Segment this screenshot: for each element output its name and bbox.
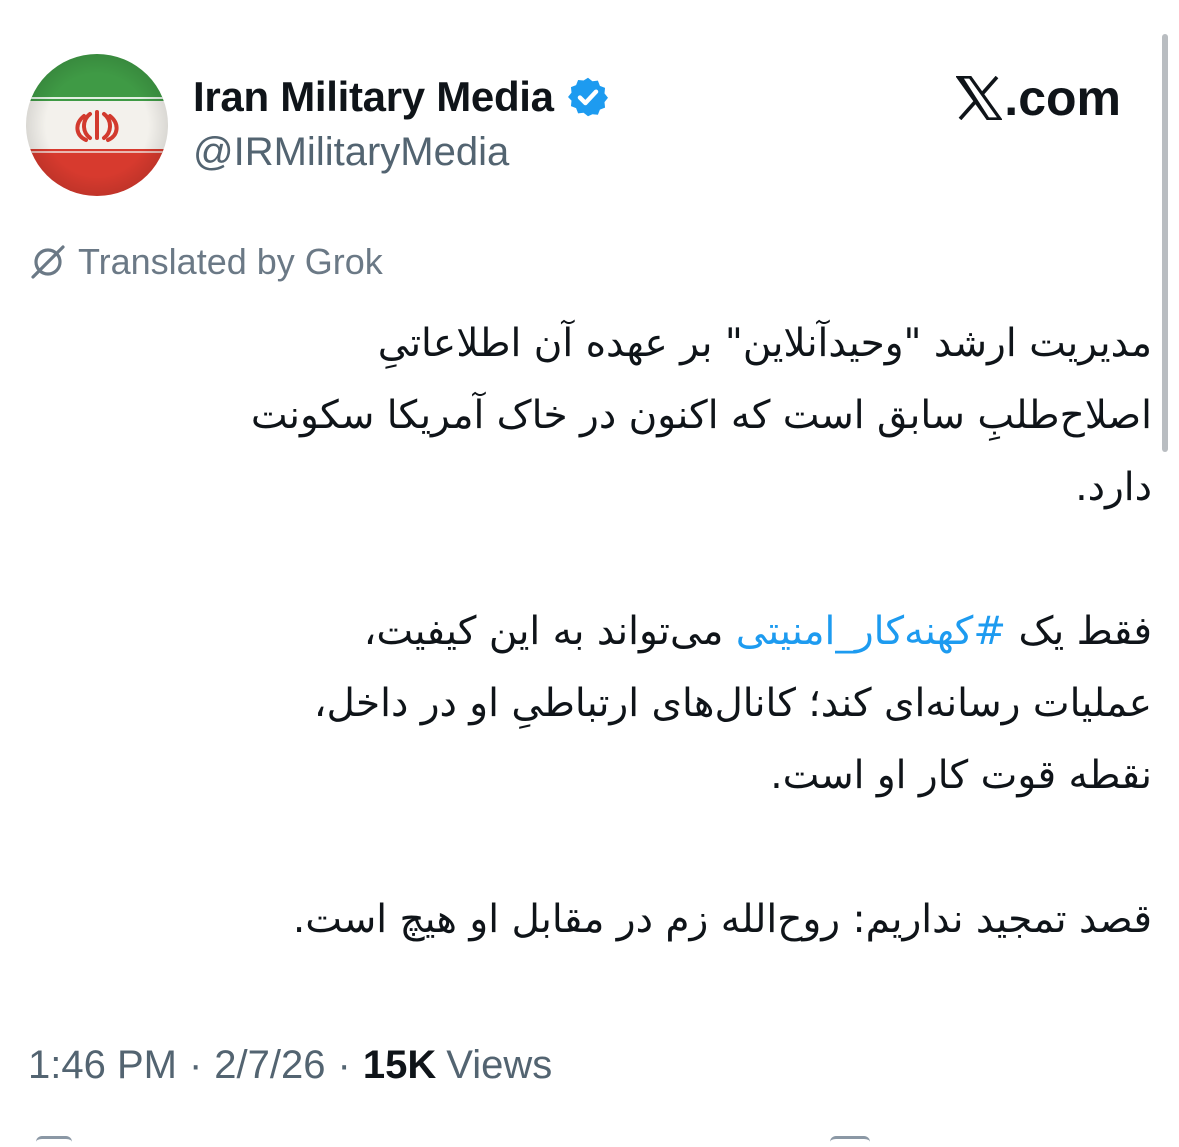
tweet-line: قصد تمجید نداریم: روح‌الله زم در مقابل ا… (292, 897, 1152, 942)
tweet-paragraph-3: قصد تمجید نداریم: روح‌الله زم در مقابل ا… (28, 884, 1152, 956)
tweet-line: عملیات رسانه‌ای کند؛ کانال‌های ارتباطیِ … (313, 681, 1152, 726)
tweet-text: مدیریت ارشد "وحیدآنلاین" بر عهده آن اطلا… (28, 308, 1152, 956)
hashtag-link[interactable]: #کهنه‌کار_امنیتی (736, 609, 1006, 654)
meta-separator: · (188, 1042, 203, 1087)
avatar[interactable] (26, 54, 168, 196)
x-logo: .com (956, 68, 1121, 128)
iran-flag-icon (26, 54, 168, 196)
bookmark-icon[interactable] (830, 1136, 870, 1147)
verified-badge-icon (567, 77, 608, 117)
tweet-line: دارد. (1075, 465, 1152, 510)
author-display-name[interactable]: Iran Military Media (193, 73, 554, 121)
tweet-paragraph-2: فقط یک #کهنه‌کار_امنیتی می‌تواند به این … (28, 596, 1152, 812)
tweet-line: نقطه قوت کار او است. (770, 753, 1152, 798)
x-logo-text: .com (1004, 70, 1121, 126)
tweet-time[interactable]: 1:46 PM (28, 1043, 177, 1088)
views-label: Views (446, 1042, 553, 1087)
translated-by-grok[interactable]: Translated by Grok (30, 238, 383, 286)
reply-icon[interactable] (36, 1136, 72, 1147)
tweet-paragraph-1: مدیریت ارشد "وحیدآنلاین" بر عهده آن اطلا… (28, 308, 1152, 524)
tweet-date[interactable]: 2/7/26 (214, 1043, 325, 1088)
tweet-line: مدیریت ارشد "وحیدآنلاین" بر عهده آن اطلا… (377, 321, 1152, 366)
tweet-line: اصلاح‌طلبِ سابق است که اکنون در خاک آمری… (250, 393, 1152, 438)
author-name-row[interactable]: Iran Military Media (193, 70, 610, 124)
scrollbar[interactable] (1162, 34, 1168, 452)
author-handle[interactable]: @IRMilitaryMedia (193, 130, 509, 175)
views-count: 15K (362, 1042, 437, 1087)
tweet-line: فقط یک (1018, 609, 1152, 654)
meta-separator: · (337, 1042, 351, 1087)
tweet-meta: 1:46 PM · 2/7/26 · 15K Views (28, 1038, 552, 1092)
translated-label: Translated by Grok (78, 241, 383, 282)
tweet-line: می‌تواند به این کیفیت، (363, 609, 724, 654)
grok-icon (31, 245, 65, 279)
x-logo-icon (956, 76, 1003, 120)
